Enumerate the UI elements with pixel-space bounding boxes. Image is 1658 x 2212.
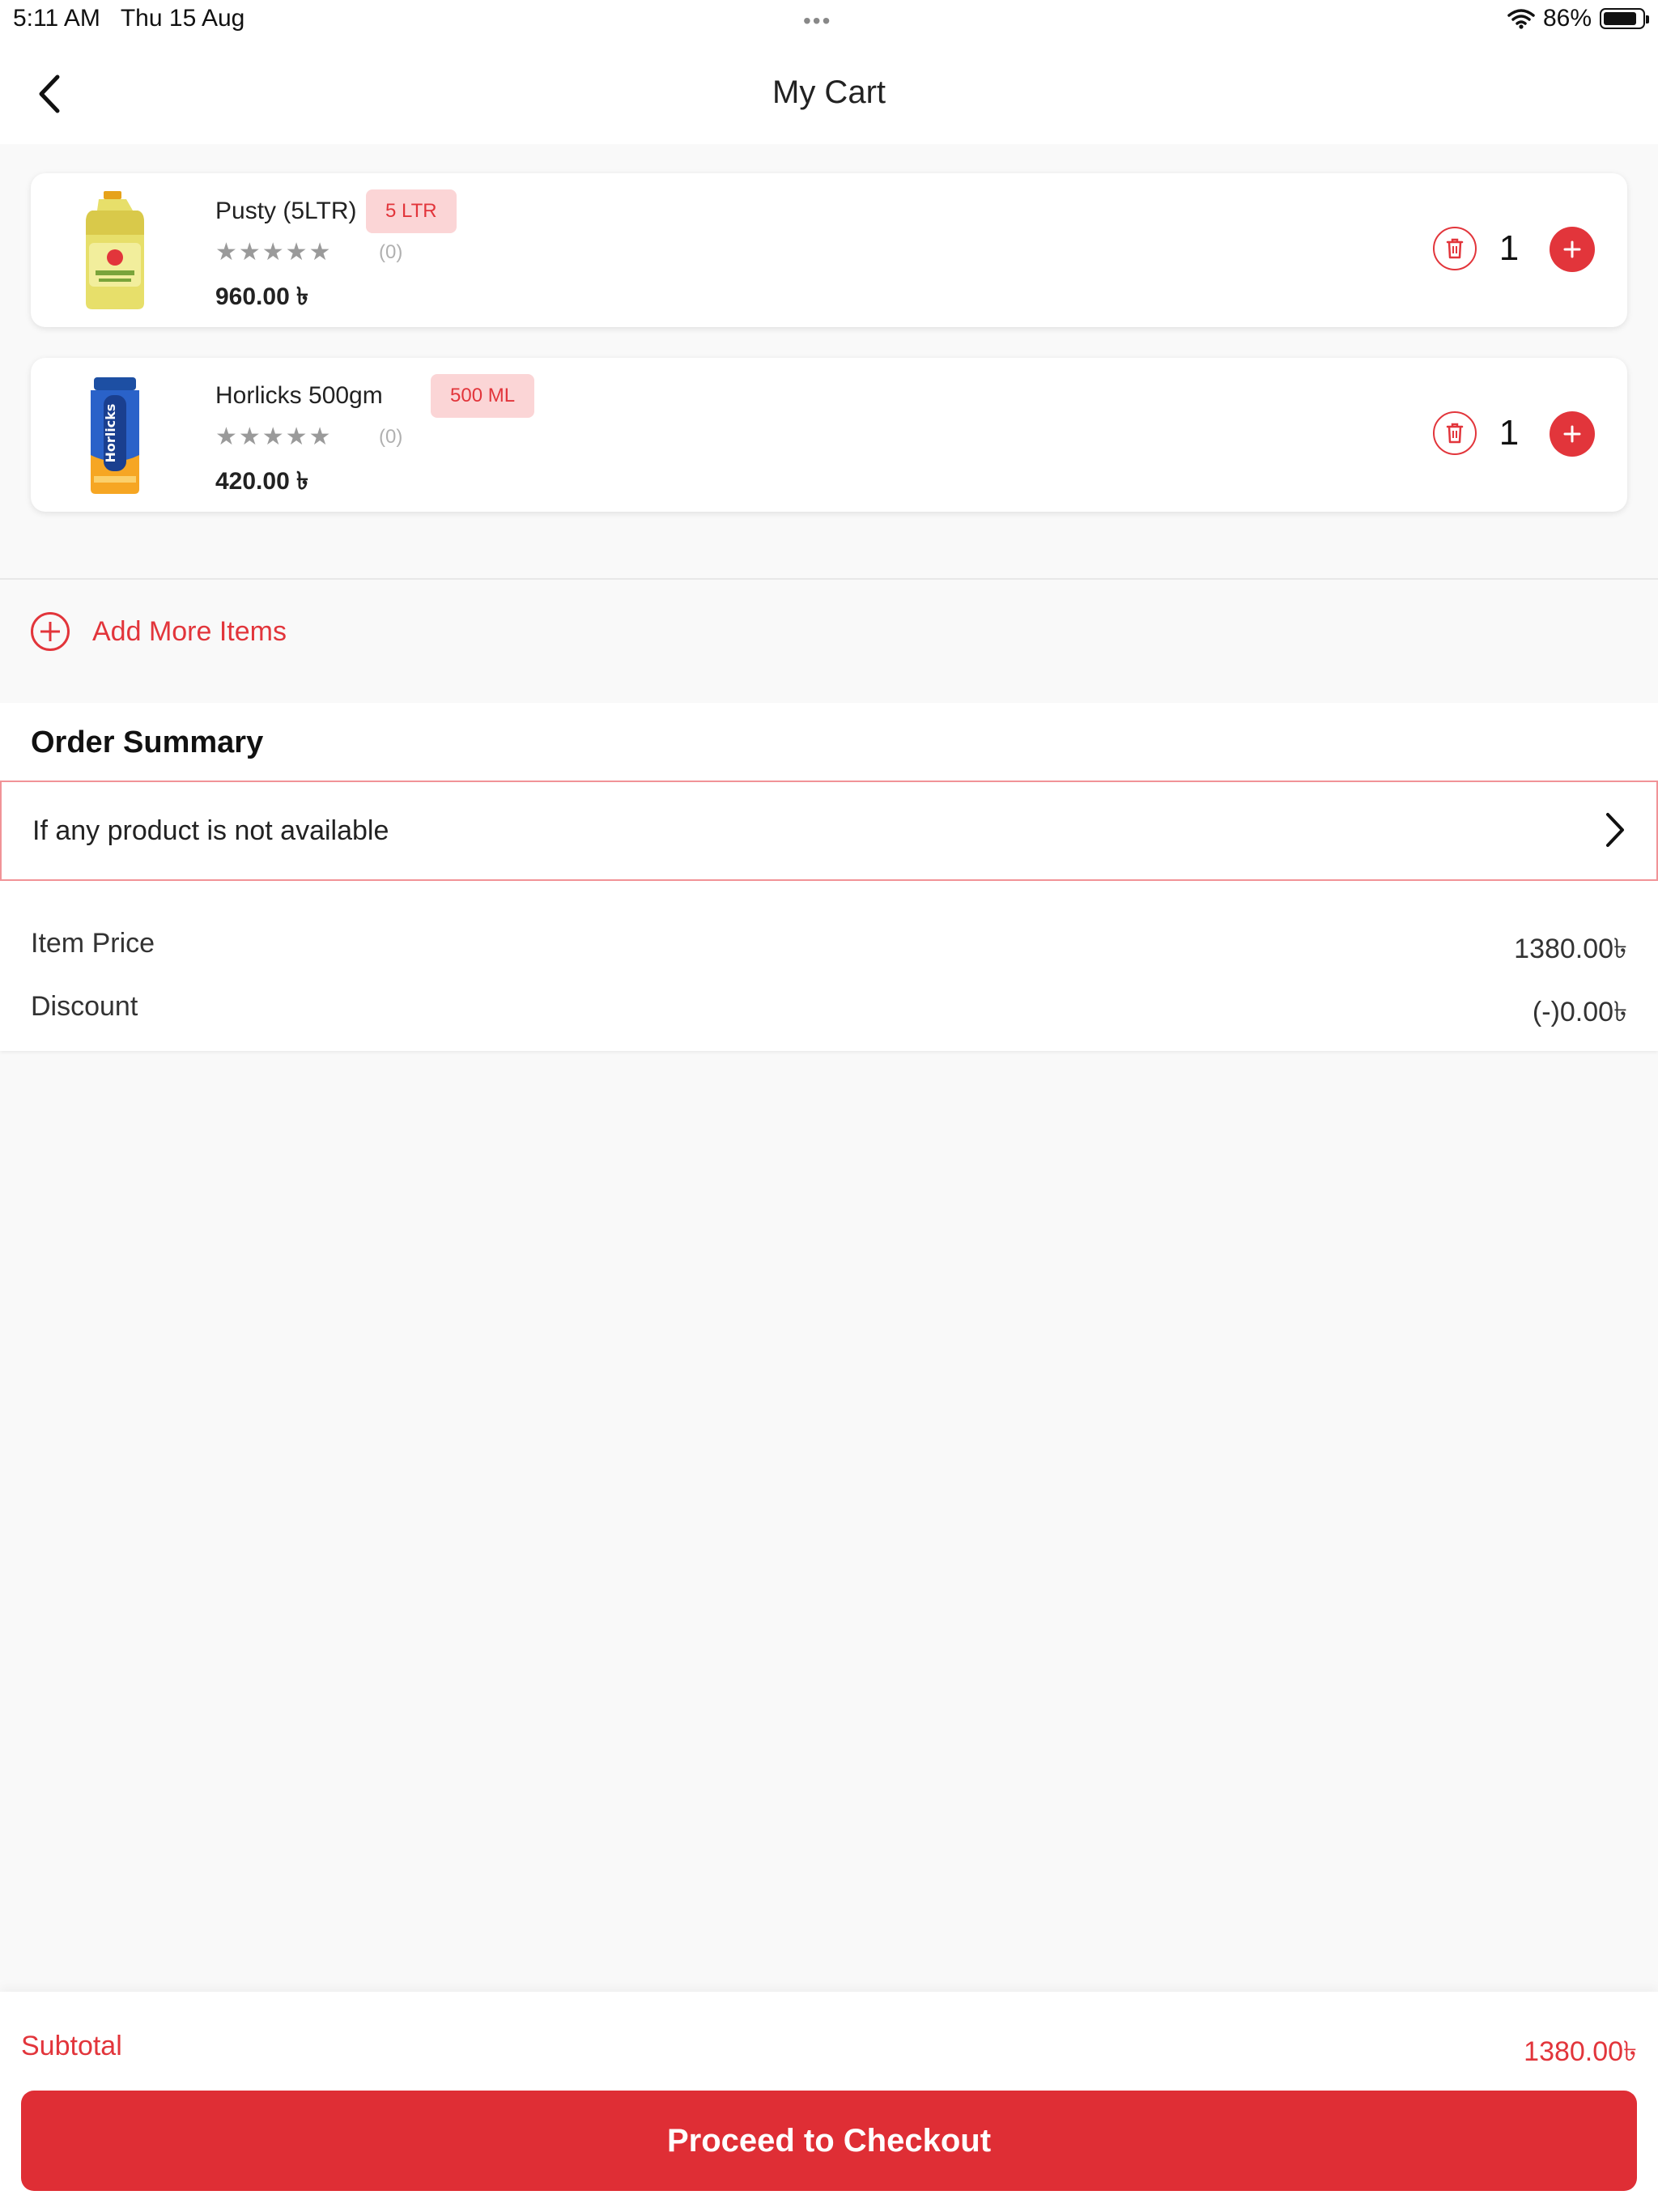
remove-item-button[interactable]	[1433, 227, 1477, 270]
unavailable-product-label: If any product is not available	[32, 815, 389, 846]
status-time: 5:11 AM	[13, 5, 100, 32]
product-price: 420.00 ৳	[215, 468, 309, 495]
trash-icon	[1446, 238, 1464, 259]
subtotal-label: Subtotal	[21, 2031, 122, 2061]
quantity-value: 1	[1499, 413, 1520, 453]
battery-fill	[1604, 12, 1636, 25]
increase-quantity-button[interactable]	[1550, 411, 1595, 457]
status-time-date: 5:11 AM Thu 15 Aug	[13, 5, 244, 32]
subtotal-value: 1380.00৳	[1524, 2036, 1637, 2067]
status-date: Thu 15 Aug	[120, 5, 245, 32]
add-circle-icon	[31, 612, 70, 651]
rating-stars: ★★★★★	[215, 239, 333, 266]
svg-text:Horlicks: Horlicks	[103, 404, 118, 463]
add-more-items-button[interactable]: Add More Items	[31, 612, 287, 651]
cart-item: Horlicks Horlicks 500gm 500 ML ★★★★★ (0)…	[31, 358, 1627, 512]
proceed-to-checkout-button[interactable]: Proceed to Checkout	[21, 2091, 1637, 2191]
discount-value: (-)0.00৳	[1532, 997, 1627, 1027]
rating-count: (0)	[379, 426, 403, 448]
chevron-right-icon	[1606, 813, 1624, 847]
status-right: 86%	[1507, 5, 1649, 32]
order-summary: Order Summary If any product is not avai…	[0, 703, 1658, 1051]
plus-icon	[1563, 240, 1581, 258]
nav-bar: My Cart	[0, 40, 1658, 144]
battery-icon	[1600, 8, 1649, 29]
remove-item-button[interactable]	[1433, 411, 1477, 455]
rating-count: (0)	[379, 241, 403, 263]
battery-percent: 86%	[1542, 5, 1592, 32]
product-image-horlicks-jar: Horlicks	[91, 377, 139, 494]
product-name[interactable]: Horlicks 500gm	[215, 382, 383, 410]
increase-quantity-button[interactable]	[1550, 227, 1595, 272]
status-bar: 5:11 AM Thu 15 Aug ••• 86%	[0, 0, 1658, 40]
variant-badge: 5 LTR	[366, 189, 457, 233]
rating-stars: ★★★★★	[215, 423, 333, 450]
product-price: 960.00 ৳	[215, 283, 309, 310]
trash-icon	[1446, 423, 1464, 444]
quantity-value: 1	[1499, 228, 1520, 268]
product-image-oil-bottle	[86, 191, 144, 309]
add-more-items-label: Add More Items	[92, 615, 287, 647]
divider	[0, 578, 1658, 580]
order-summary-title: Order Summary	[31, 725, 264, 759]
cart-item: Pusty (5LTR) 5 LTR ★★★★★ (0) 960.00 ৳ 1	[31, 173, 1627, 327]
variant-badge: 500 ML	[431, 374, 535, 418]
wifi-icon	[1507, 9, 1535, 29]
plus-icon	[1563, 425, 1581, 443]
product-name[interactable]: Pusty (5LTR)	[215, 198, 356, 225]
discount-label: Discount	[31, 991, 138, 1022]
page-title: My Cart	[772, 74, 886, 110]
checkout-bar: Subtotal 1380.00৳ Proceed to Checkout	[0, 1992, 1658, 2212]
unavailable-product-option[interactable]: If any product is not available	[0, 781, 1658, 881]
item-price-label: Item Price	[31, 928, 155, 959]
item-price-value: 1380.00৳	[1514, 934, 1627, 964]
multitasking-dots-icon[interactable]: •••	[803, 8, 831, 34]
